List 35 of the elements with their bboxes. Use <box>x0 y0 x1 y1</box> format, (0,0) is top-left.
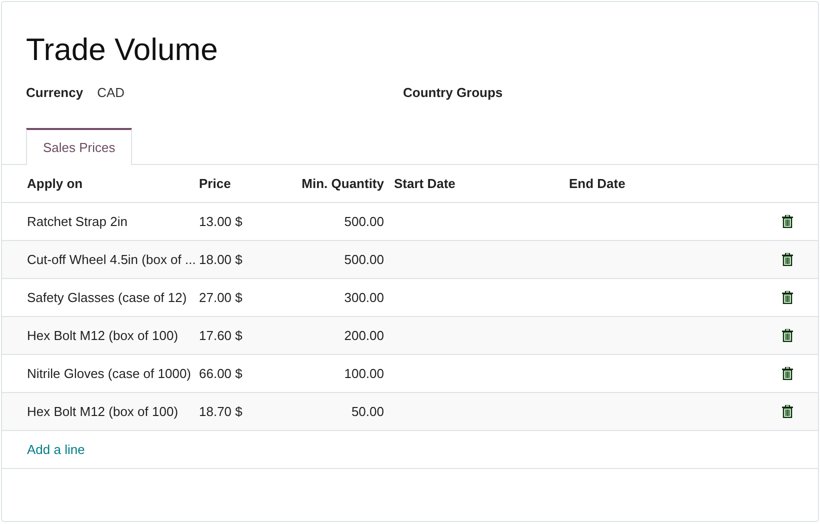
field-label: Country Groups <box>403 84 503 102</box>
trash-icon[interactable] <box>782 329 793 342</box>
table-cell-text: 500.00 <box>343 212 384 231</box>
column-header[interactable]: Min. Quantity <box>281 174 384 194</box>
table-cell-text: Hex Bolt M12 (box of 100) <box>26 402 180 421</box>
column-header[interactable]: Apply on <box>2 174 199 194</box>
tab[interactable]: Sales Prices <box>26 128 132 165</box>
table-cell-text: Cut-off Wheel 4.5in (box of ... <box>26 250 197 269</box>
column-header[interactable]: End Date <box>569 174 818 194</box>
trash-icon[interactable] <box>782 291 793 304</box>
table-cell-text: 18.00 $ <box>199 250 244 269</box>
table-cell-text: 500.00 <box>343 250 384 269</box>
trash-icon[interactable] <box>782 253 793 266</box>
trash-icon[interactable] <box>782 367 793 380</box>
field-value: CAD <box>97 84 125 102</box>
table-cell-text: Hex Bolt M12 (box of 100) <box>26 326 180 345</box>
table-cell-text: 300.00 <box>343 288 384 307</box>
table-cell-text: 17.60 $ <box>199 326 244 345</box>
trash-icon[interactable] <box>782 405 793 418</box>
table-cell-text: 100.00 <box>343 364 384 383</box>
form-title: Trade Volume <box>26 31 219 69</box>
column-header[interactable]: Price <box>199 174 281 194</box>
trash-icon[interactable] <box>782 215 793 228</box>
table-cell-text: 50.00 <box>350 402 384 421</box>
table-cell-text: Safety Glasses (case of 12) <box>26 288 188 307</box>
field-label: Currency <box>26 84 84 102</box>
add-line-link[interactable]: Add a line <box>27 440 85 460</box>
column-header[interactable]: Start Date <box>384 174 569 194</box>
table-cell-text: 13.00 $ <box>199 212 244 231</box>
table-cell-text: 27.00 $ <box>199 288 244 307</box>
table-cell-text: 200.00 <box>343 326 384 345</box>
table-cell-text: Ratchet Strap 2in <box>26 212 128 231</box>
table-cell-text: 18.70 $ <box>199 402 244 421</box>
table-cell-text: Nitrile Gloves (case of 1000) <box>26 364 192 383</box>
table-cell-text: 66.00 $ <box>199 364 244 383</box>
